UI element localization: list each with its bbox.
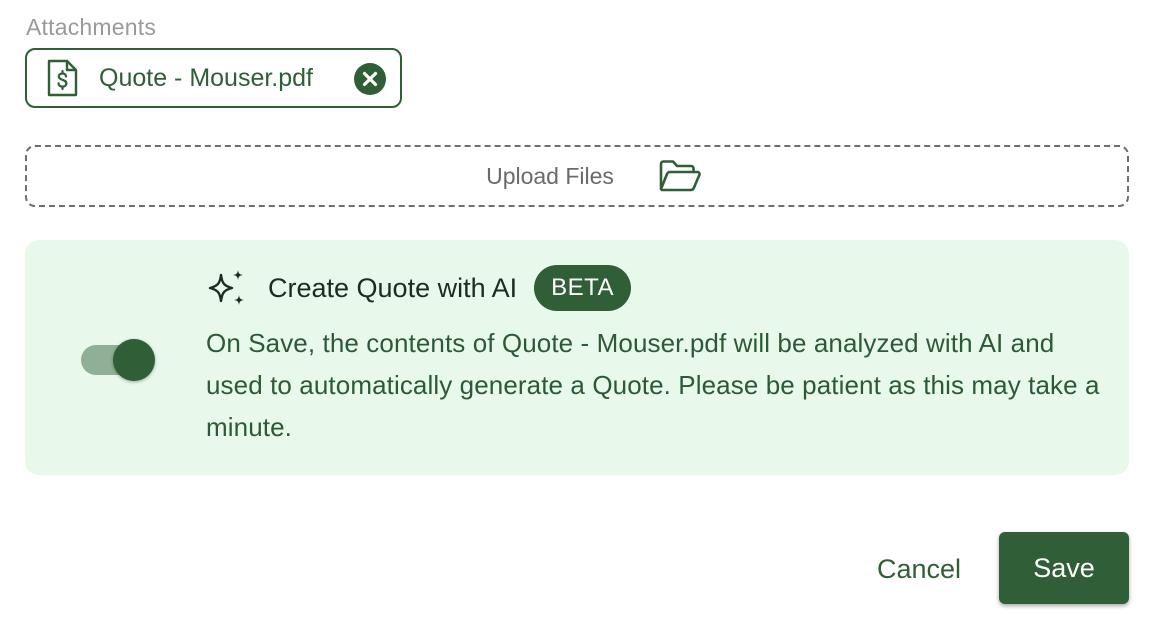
attachments-label: Attachments [26,14,157,40]
attachment-chip[interactable]: Quote - Mouser.pdf [25,48,402,108]
file-dollar-icon [45,58,79,98]
upload-files-dropzone[interactable]: Upload Files [25,145,1129,207]
save-button[interactable]: Save [999,532,1129,604]
folder-open-icon [658,158,702,194]
cancel-button[interactable]: Cancel [856,540,982,598]
beta-badge: BETA [534,265,632,311]
ai-panel-title: Create Quote with AI [268,272,518,303]
upload-files-label: Upload Files [486,162,614,189]
ai-panel-heading: Create Quote with AI BETA [206,264,632,312]
remove-attachment-button[interactable] [354,63,386,95]
create-quote-ai-toggle[interactable] [81,338,157,382]
attachment-file-name: Quote - Mouser.pdf [99,63,314,92]
ai-panel-description: On Save, the contents of Quote - Mouser.… [206,328,1100,442]
close-circle-icon [354,63,386,95]
toggle-thumb [113,339,155,381]
ai-quote-panel: Create Quote with AI BETA On Save, the c… [25,240,1129,475]
sparkle-icon [206,267,248,309]
